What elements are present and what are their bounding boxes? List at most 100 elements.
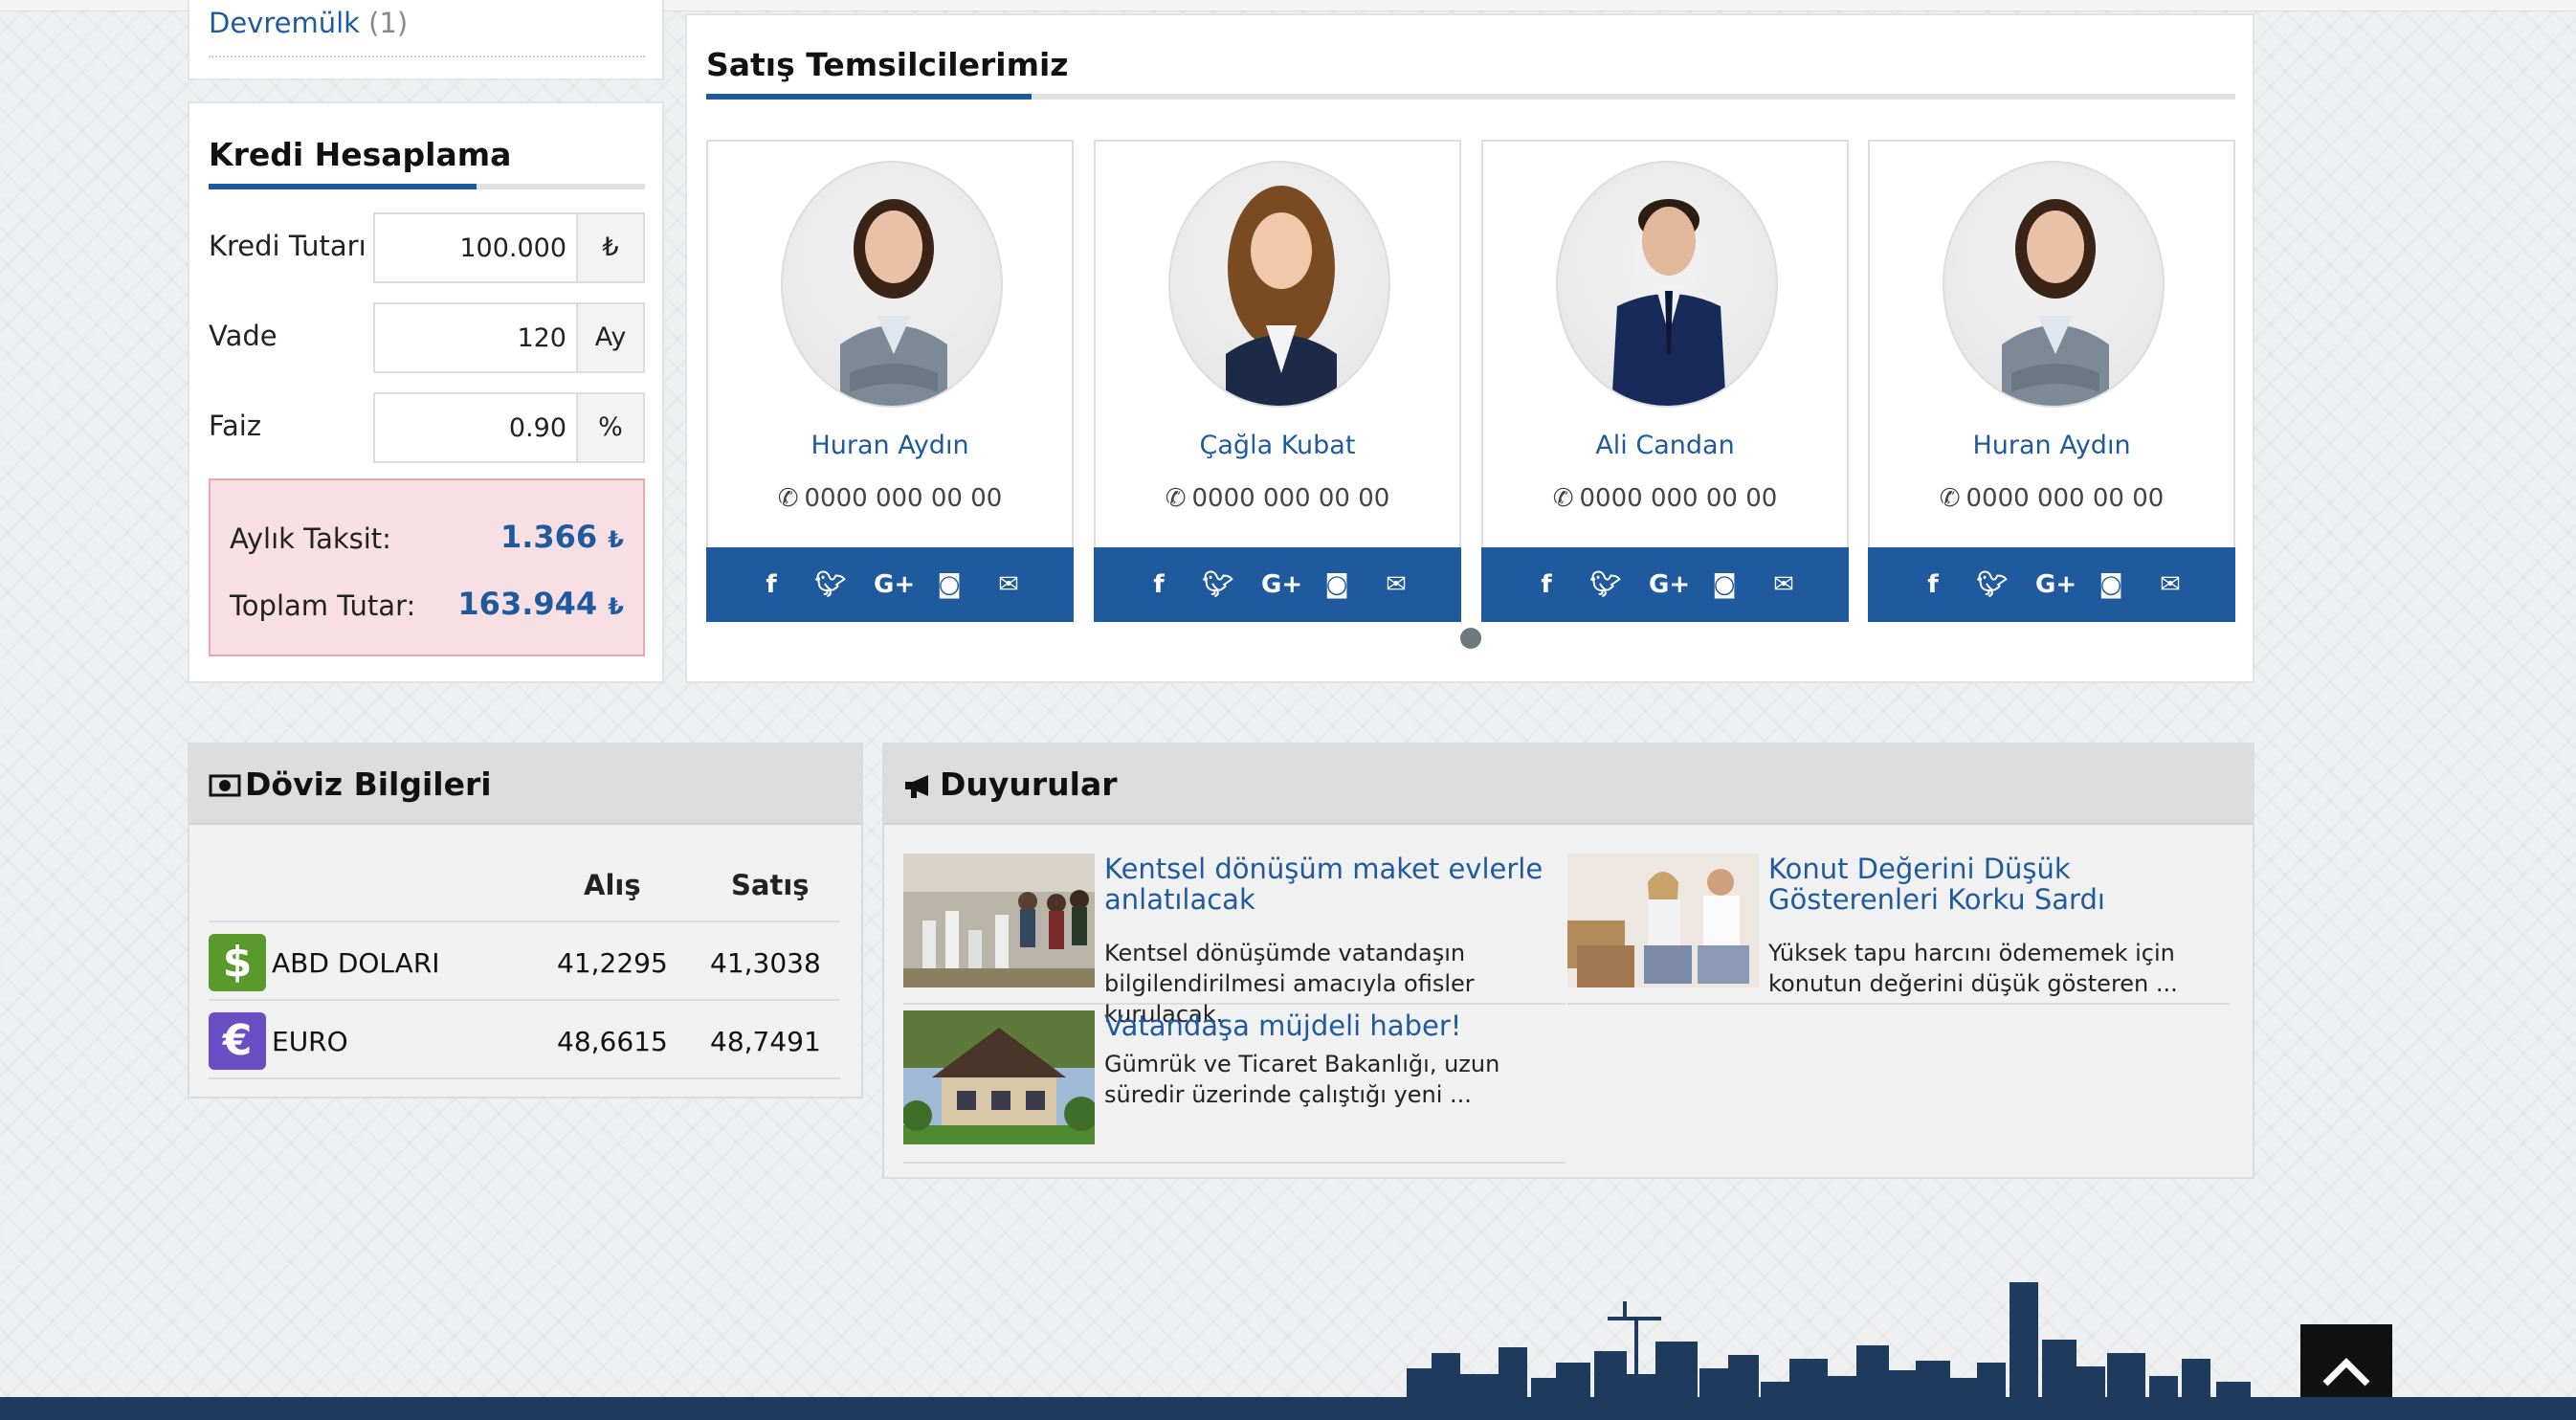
- footer: [0, 1397, 2576, 1420]
- buy-rate: 41,2295: [557, 947, 668, 979]
- agent-phone: ✆ 0000 000 00 00: [1552, 484, 1778, 513]
- news-title[interactable]: Kentsel dönüşüm maket evlerle anlatılaca…: [1104, 854, 1566, 915]
- category-name[interactable]: Devremülk: [209, 7, 360, 39]
- instagram-icon[interactable]: ◙: [2095, 570, 2127, 599]
- currency-unit: ₺: [576, 212, 645, 283]
- twitter-icon[interactable]: 🐦︎: [1589, 570, 1622, 599]
- category-list: Devremülk (1): [188, 0, 664, 80]
- table-row: € EURO 48,6615 48,7491: [209, 1001, 840, 1079]
- total-amount-value: 163.944 ₺: [457, 586, 624, 622]
- currency-table-header: Alış Satış: [209, 850, 840, 922]
- phone-icon: ✆: [1939, 484, 1961, 513]
- news-item[interactable]: Vatandaşa müjdeli haber! Gümrük ve Ticar…: [903, 1010, 1566, 1164]
- loan-result: Aylık Taksit: 1.366 ₺ Toplam Tutar: 163.…: [209, 478, 645, 656]
- envelope-icon[interactable]: ✉: [992, 570, 1025, 599]
- google-plus-icon[interactable]: G+: [874, 570, 915, 599]
- envelope-icon[interactable]: ✉: [1380, 570, 1412, 599]
- category-item[interactable]: Devremülk (1): [209, 4, 645, 57]
- carousel-dot[interactable]: [1460, 628, 1481, 649]
- agent-name[interactable]: Ali Candan: [1483, 431, 1847, 460]
- loan-calculator: Kredi Hesaplama Kredi Tutarı ₺ Vade Ay F…: [188, 101, 664, 683]
- twitter-icon[interactable]: 🐦︎: [1202, 570, 1234, 599]
- announcements: Duyurular Kentsel dönüşüm maket evlerle …: [882, 743, 2254, 1179]
- sell-column-header: Satış: [731, 869, 810, 901]
- news-item[interactable]: Kentsel dönüşüm maket evlerle anlatılaca…: [903, 854, 1566, 1028]
- loan-amount-row: Kredi Tutarı ₺: [209, 212, 645, 283]
- agent-social-bar: f 🐦︎ G+ ◙ ✉: [1481, 547, 1849, 622]
- twitter-icon[interactable]: 🐦︎: [814, 570, 847, 599]
- google-plus-icon[interactable]: G+: [1261, 570, 1302, 599]
- euro-icon: €: [209, 1012, 266, 1070]
- agent-photo[interactable]: [1556, 161, 1778, 408]
- google-plus-icon[interactable]: G+: [1649, 570, 1690, 599]
- agent-phone: ✆ 0000 000 00 00: [777, 484, 1003, 513]
- dollar-icon: $: [209, 934, 266, 991]
- envelope-icon[interactable]: ✉: [1767, 570, 1800, 599]
- news-thumbnail[interactable]: [903, 854, 1095, 987]
- instagram-icon[interactable]: ◙: [933, 570, 966, 599]
- total-amount-label: Toplam Tutar:: [230, 589, 416, 622]
- title-underline: [706, 94, 2235, 100]
- term-label: Vade: [209, 320, 278, 352]
- agent-photo[interactable]: [1168, 161, 1390, 408]
- agent-name[interactable]: Huran Aydın: [1870, 431, 2233, 460]
- news-description: Yüksek tapu harcını ödememek için konutu…: [1768, 940, 2178, 997]
- bullhorn-icon: [905, 775, 928, 798]
- instagram-icon[interactable]: ◙: [1708, 570, 1741, 599]
- interest-label: Faiz: [209, 410, 262, 442]
- agent-photo[interactable]: [1943, 161, 2165, 408]
- agent-name[interactable]: Çağla Kubat: [1096, 431, 1459, 460]
- agent-phone: ✆ 0000 000 00 00: [1939, 484, 2165, 513]
- agent-social-bar: f 🐦︎ G+ ◙ ✉: [706, 547, 1074, 622]
- buy-rate: 48,6615: [557, 1026, 668, 1057]
- phone-icon: ✆: [1552, 484, 1574, 513]
- currency-info: Döviz Bilgileri Alış Satış $ ABD DOLARI …: [188, 743, 863, 1098]
- facebook-icon[interactable]: f: [755, 570, 788, 599]
- loan-calculator-title: Kredi Hesaplama: [209, 136, 512, 173]
- currency-table: Alış Satış $ ABD DOLARI 41,2295 41,3038 …: [209, 850, 840, 1079]
- sales-representatives: Satış Temsilcilerimiz Huran Aydın ✆ 0000 …: [685, 13, 2254, 683]
- news-title[interactable]: Konut Değerini Düşük Gösterenleri Korku …: [1768, 854, 2230, 915]
- news-description: Gümrük ve Ticaret Bakanlığı, uzun süredi…: [1104, 1051, 1500, 1108]
- total-amount-row: Toplam Tutar: 163.944 ₺: [230, 584, 624, 626]
- agent-name[interactable]: Huran Aydın: [708, 431, 1072, 460]
- agent-social-bar: f 🐦︎ G+ ◙ ✉: [1868, 547, 2235, 622]
- google-plus-icon[interactable]: G+: [2035, 570, 2076, 599]
- announcements-header: Duyurular: [884, 744, 2253, 825]
- agent-card: Ali Candan ✆ 0000 000 00 00 f 🐦︎ G+ ◙ ✉: [1481, 140, 1849, 622]
- announcements-title: Duyurular: [940, 765, 1118, 803]
- loan-amount-input[interactable]: [373, 212, 576, 283]
- interest-input[interactable]: [373, 392, 576, 463]
- agent-card: Huran Aydın ✆ 0000 000 00 00 f 🐦︎ G+ ◙ ✉: [1868, 140, 2235, 622]
- instagram-icon[interactable]: ◙: [1321, 570, 1353, 599]
- currency-header: Döviz Bilgileri: [189, 744, 861, 825]
- agent-photo[interactable]: [781, 161, 1003, 408]
- agent-card: Çağla Kubat ✆ 0000 000 00 00 f 🐦︎ G+ ◙ ✉: [1094, 140, 1461, 622]
- monthly-payment-value: 1.366 ₺: [500, 519, 624, 555]
- title-underline: [209, 184, 645, 189]
- twitter-icon[interactable]: 🐦︎: [1976, 570, 2009, 599]
- news-thumbnail[interactable]: [903, 1010, 1095, 1144]
- news-title[interactable]: Vatandaşa müjdeli haber!: [1104, 1010, 1566, 1041]
- percent-unit: %: [576, 392, 645, 463]
- news-item[interactable]: Konut Değerini Düşük Gösterenleri Korku …: [1567, 854, 2230, 1005]
- envelope-icon[interactable]: ✉: [2154, 570, 2187, 599]
- facebook-icon[interactable]: f: [1530, 570, 1563, 599]
- news-thumbnail[interactable]: [1567, 854, 1759, 987]
- buy-column-header: Alış: [584, 869, 641, 901]
- currency-title: Döviz Bilgileri: [245, 765, 492, 803]
- sales-reps-title: Satış Temsilcilerimiz: [706, 46, 1069, 83]
- facebook-icon[interactable]: f: [1143, 570, 1175, 599]
- money-icon: [209, 774, 241, 797]
- facebook-icon[interactable]: f: [1917, 570, 1949, 599]
- phone-icon: ✆: [777, 484, 799, 513]
- agent-social-bar: f 🐦︎ G+ ◙ ✉: [1094, 547, 1461, 622]
- agent-phone: ✆ 0000 000 00 00: [1165, 484, 1390, 513]
- term-input[interactable]: [373, 302, 576, 373]
- monthly-payment-row: Aylık Taksit: 1.366 ₺: [230, 517, 624, 559]
- currency-name: EURO: [272, 1026, 348, 1057]
- currency-name: ABD DOLARI: [272, 947, 440, 979]
- loan-amount-label: Kredi Tutarı: [209, 230, 366, 262]
- agent-card: Huran Aydın ✆ 0000 000 00 00 f 🐦︎ G+ ◙ ✉: [706, 140, 1074, 622]
- phone-icon: ✆: [1165, 484, 1187, 513]
